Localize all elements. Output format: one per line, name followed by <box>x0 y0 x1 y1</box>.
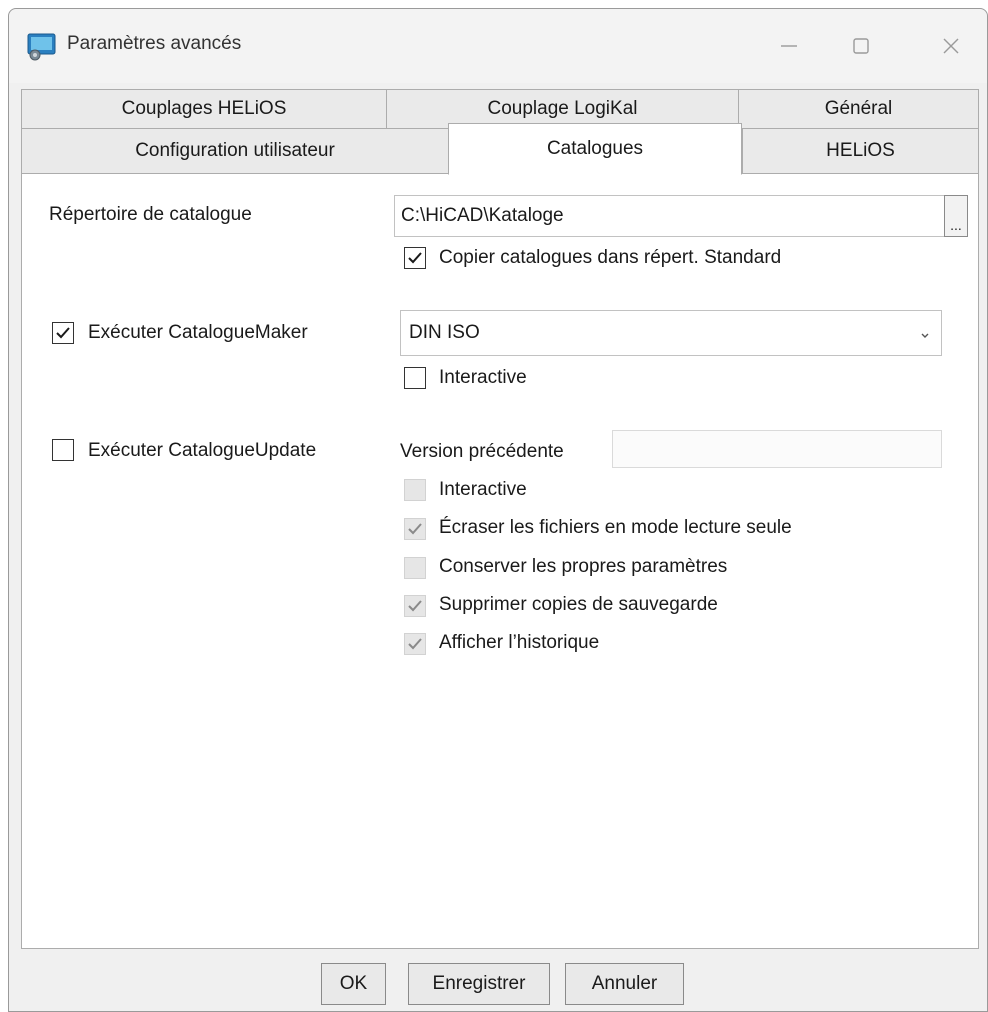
run-catalogueupdate-label: Exécuter CatalogueUpdate <box>88 440 317 461</box>
tab-label: Couplages HELiOS <box>121 98 287 119</box>
checkmark-icon <box>408 252 422 264</box>
save-label: Enregistrer <box>432 973 526 994</box>
tab-label: Catalogues <box>546 138 644 159</box>
copy-catalogues-label: Copier catalogues dans répert. Standard <box>439 247 782 268</box>
checkmark-icon <box>56 327 70 339</box>
catalog-dir-value: C:\HiCAD\Kataloge <box>401 205 564 226</box>
previous-version-input[interactable] <box>612 430 942 468</box>
maximize-button[interactable] <box>831 19 891 73</box>
catalog-dir-input[interactable]: C:\HiCAD\Kataloge <box>394 195 946 237</box>
ok-button[interactable]: OK <box>321 963 386 1005</box>
copy-catalogues-checkbox[interactable] <box>404 247 426 269</box>
browse-button[interactable]: ... <box>944 195 968 237</box>
minimize-icon <box>781 45 797 47</box>
run-catalogueupdate-checkbox[interactable] <box>52 439 74 461</box>
show-history-checkbox[interactable] <box>404 633 426 655</box>
run-cataloguemaker-label: Exécuter CatalogueMaker <box>88 322 308 343</box>
tab-helios[interactable]: HELiOS <box>742 128 979 174</box>
tab-configuration-utilisateur[interactable]: Configuration utilisateur <box>21 128 449 174</box>
tab-catalogues[interactable]: Catalogues <box>448 123 742 175</box>
minimize-button[interactable] <box>759 19 819 73</box>
tab-label: Configuration utilisateur <box>135 140 335 161</box>
tab-label: Couplage LogiKal <box>487 98 638 119</box>
tab-general[interactable]: Général <box>738 89 979 129</box>
checkmark-icon <box>408 638 422 650</box>
catalog-dir-label: Répertoire de catalogue <box>49 204 252 225</box>
tab-couplages-helios[interactable]: Couplages HELiOS <box>21 89 387 129</box>
standard-dropdown-value: DIN ISO <box>409 322 480 343</box>
tab-label: HELiOS <box>826 140 895 161</box>
checkmark-icon <box>408 600 422 612</box>
overwrite-readonly-checkbox[interactable] <box>404 518 426 540</box>
tab-label: Général <box>824 98 893 119</box>
delete-backups-checkbox[interactable] <box>404 595 426 617</box>
close-button[interactable] <box>921 19 981 73</box>
cancel-button[interactable]: Annuler <box>565 963 684 1005</box>
window-title: Paramètres avancés <box>67 33 242 54</box>
overwrite-readonly-label: Écraser les fichiers en mode lecture seu… <box>439 517 792 538</box>
close-icon <box>943 38 959 54</box>
ok-label: OK <box>339 973 368 994</box>
previous-version-label: Version précédente <box>400 441 564 462</box>
keep-own-settings-checkbox[interactable] <box>404 557 426 579</box>
maximize-icon <box>853 38 869 54</box>
run-cataloguemaker-checkbox[interactable] <box>52 322 74 344</box>
cancel-label: Annuler <box>591 973 658 994</box>
update-interactive-label: Interactive <box>439 479 527 500</box>
tab-panel-catalogues: Répertoire de catalogue C:\HiCAD\Katalog… <box>21 173 979 949</box>
delete-backups-label: Supprimer copies de sauvegarde <box>439 594 718 615</box>
app-icon <box>27 31 57 61</box>
standard-dropdown[interactable]: DIN ISO <box>400 310 942 356</box>
dialog-window: Paramètres avancés Couplages HELiOS Coup… <box>8 8 988 1012</box>
save-button[interactable]: Enregistrer <box>408 963 550 1005</box>
browse-label: ... <box>950 217 962 233</box>
show-history-label: Afficher l’historique <box>439 632 600 653</box>
maker-interactive-label: Interactive <box>439 367 527 388</box>
keep-own-settings-label: Conserver les propres paramètres <box>439 556 728 577</box>
update-interactive-checkbox[interactable] <box>404 479 426 501</box>
chevron-down-icon <box>919 325 931 347</box>
title-bar: Paramètres avancés <box>9 9 987 83</box>
maker-interactive-checkbox[interactable] <box>404 367 426 389</box>
checkmark-icon <box>408 523 422 535</box>
